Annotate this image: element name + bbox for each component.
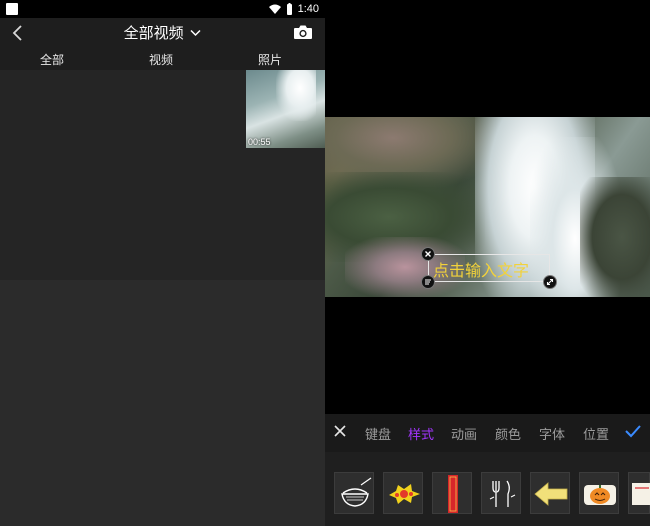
sticker-sun-burst[interactable] <box>383 472 423 514</box>
arrow-left-icon <box>534 482 568 506</box>
gallery-header: 全部视频 <box>0 18 325 48</box>
sticker-pumpkin[interactable] <box>579 472 619 514</box>
video-duration: 00:55 <box>248 137 271 147</box>
resize-text-handle[interactable] <box>543 275 557 289</box>
sticker-strip <box>325 452 650 526</box>
tab-animation[interactable]: 动画 <box>451 424 477 443</box>
sticker-red-banner[interactable] <box>432 472 472 514</box>
text-align-button[interactable] <box>421 275 435 289</box>
tab-position[interactable]: 位置 <box>583 424 609 443</box>
chevron-down-icon <box>190 29 201 36</box>
editor-panel: 点击输入文字 键盘 样式 动画 颜色 字体 位置 <box>325 0 650 526</box>
sticker-arrow-left[interactable] <box>530 472 570 514</box>
sun-burst-icon <box>389 484 420 504</box>
gallery-empty-area <box>0 280 325 526</box>
sticker-card[interactable] <box>628 472 650 514</box>
red-banner-icon <box>448 475 458 513</box>
media-grid: 00:55 <box>0 70 325 280</box>
album-title: 全部视频 <box>123 24 184 42</box>
wifi-icon <box>268 4 281 14</box>
video-preview[interactable]: 点击输入文字 <box>325 117 650 297</box>
sticker-noodle-bowl[interactable] <box>334 472 374 514</box>
filter-tab-all[interactable]: 全部 <box>40 51 64 68</box>
status-icons: 1:40 <box>268 2 319 16</box>
remove-text-button[interactable] <box>421 247 435 261</box>
status-bar: 1:40 <box>0 0 325 18</box>
gallery-panel: 1:40 全部视频 全部 视频 照片 00:55 <box>0 0 325 526</box>
camera-icon[interactable] <box>293 24 313 40</box>
notification-icon <box>6 3 18 15</box>
battery-icon <box>286 3 292 15</box>
fork-knife-icon <box>489 480 516 507</box>
video-thumbnail[interactable]: 00:55 <box>246 70 325 148</box>
close-icon[interactable] <box>333 424 347 438</box>
filter-tab-video[interactable]: 视频 <box>149 51 173 68</box>
align-left-icon <box>425 279 431 285</box>
media-filter-tabs: 全部 视频 照片 <box>0 48 325 70</box>
status-time: 1:40 <box>297 3 319 15</box>
album-selector[interactable]: 全部视频 <box>0 22 325 43</box>
sticker-fork-knife[interactable] <box>481 472 521 514</box>
confirm-check-icon[interactable] <box>624 424 642 438</box>
noodle-bowl-icon <box>341 477 372 507</box>
filter-tab-photo[interactable]: 照片 <box>258 51 282 68</box>
text-overlay-placeholder[interactable]: 点击输入文字 <box>433 257 529 281</box>
close-icon <box>425 251 431 257</box>
pumpkin-icon <box>584 485 616 505</box>
text-overlay-box[interactable]: 点击输入文字 <box>421 247 557 289</box>
card-icon <box>632 483 650 505</box>
tab-style[interactable]: 样式 <box>408 424 434 443</box>
tab-font[interactable]: 字体 <box>539 424 565 443</box>
tab-color[interactable]: 颜色 <box>495 424 521 443</box>
resize-icon <box>546 278 554 286</box>
text-style-toolbar: 键盘 样式 动画 颜色 字体 位置 <box>325 414 650 452</box>
tab-keyboard[interactable]: 键盘 <box>365 424 391 443</box>
